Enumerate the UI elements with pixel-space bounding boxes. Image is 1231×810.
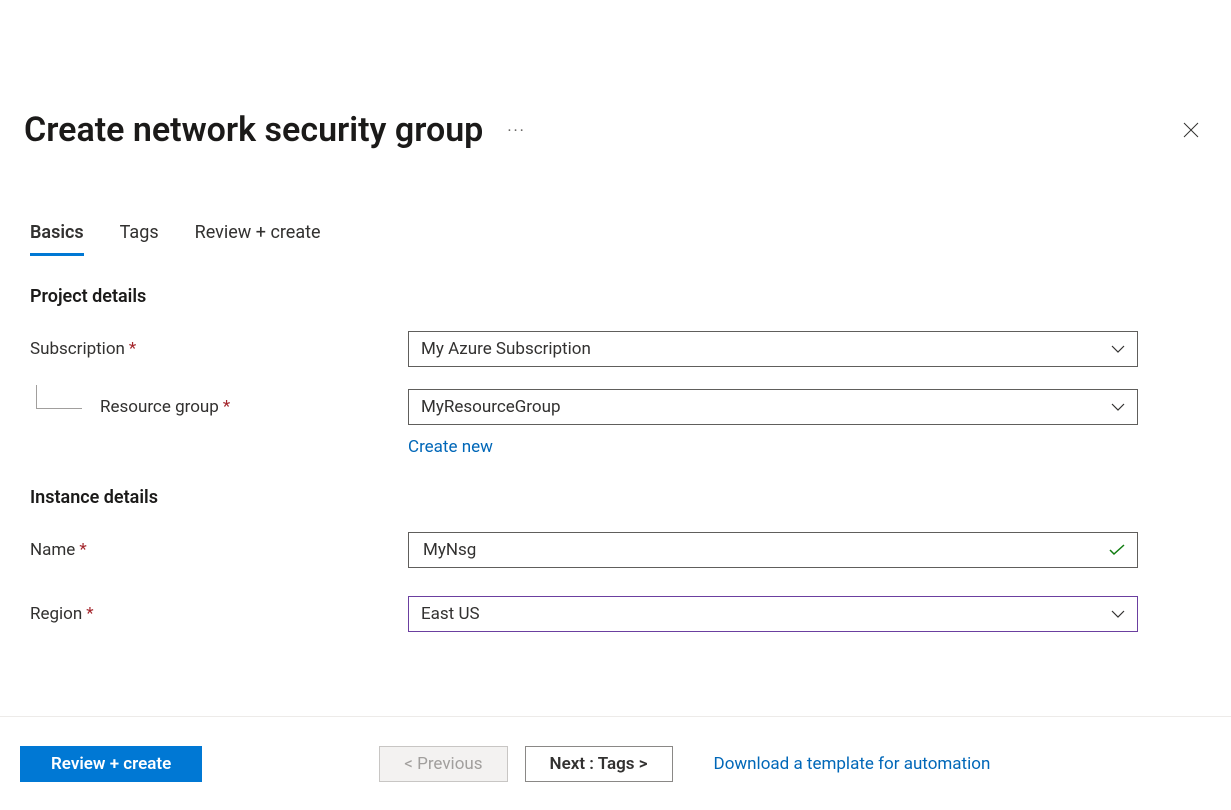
resource-group-label: Resource group — [100, 397, 219, 417]
required-indicator: * — [129, 339, 136, 359]
tab-tags[interactable]: Tags — [120, 222, 159, 256]
chevron-down-icon — [1111, 610, 1125, 618]
name-label: Name — [30, 540, 75, 560]
review-create-button[interactable]: Review + create — [20, 746, 202, 782]
region-select[interactable]: East US — [408, 596, 1138, 632]
checkmark-icon — [1109, 544, 1125, 556]
subscription-value: My Azure Subscription — [421, 339, 591, 359]
name-input[interactable] — [421, 539, 1125, 561]
chevron-down-icon — [1111, 345, 1125, 353]
tab-review-create[interactable]: Review + create — [195, 222, 321, 256]
resource-group-value: MyResourceGroup — [421, 397, 561, 417]
download-template-link[interactable]: Download a template for automation — [714, 754, 991, 774]
previous-button: < Previous — [379, 746, 507, 782]
more-icon[interactable]: ··· — [507, 121, 526, 140]
required-indicator: * — [86, 604, 93, 624]
section-project-details: Project details — [30, 286, 1231, 307]
footer: Review + create < Previous Next : Tags >… — [0, 716, 1231, 810]
section-instance-details: Instance details — [30, 487, 1231, 508]
required-indicator: * — [79, 540, 86, 560]
subscription-select[interactable]: My Azure Subscription — [408, 331, 1138, 367]
name-input-wrapper — [408, 532, 1138, 568]
next-button[interactable]: Next : Tags > — [525, 746, 673, 782]
tree-connector-icon — [36, 385, 82, 409]
tabs: Basics Tags Review + create — [30, 222, 1231, 256]
create-new-link[interactable]: Create new — [408, 437, 493, 457]
resource-group-select[interactable]: MyResourceGroup — [408, 389, 1138, 425]
tab-basics[interactable]: Basics — [30, 222, 84, 256]
region-label: Region — [30, 604, 82, 624]
close-icon[interactable] — [1175, 114, 1207, 146]
required-indicator: * — [223, 397, 230, 417]
page-title: Create network security group — [24, 110, 483, 150]
chevron-down-icon — [1111, 403, 1125, 411]
region-value: East US — [421, 604, 480, 624]
subscription-label: Subscription — [30, 339, 125, 359]
